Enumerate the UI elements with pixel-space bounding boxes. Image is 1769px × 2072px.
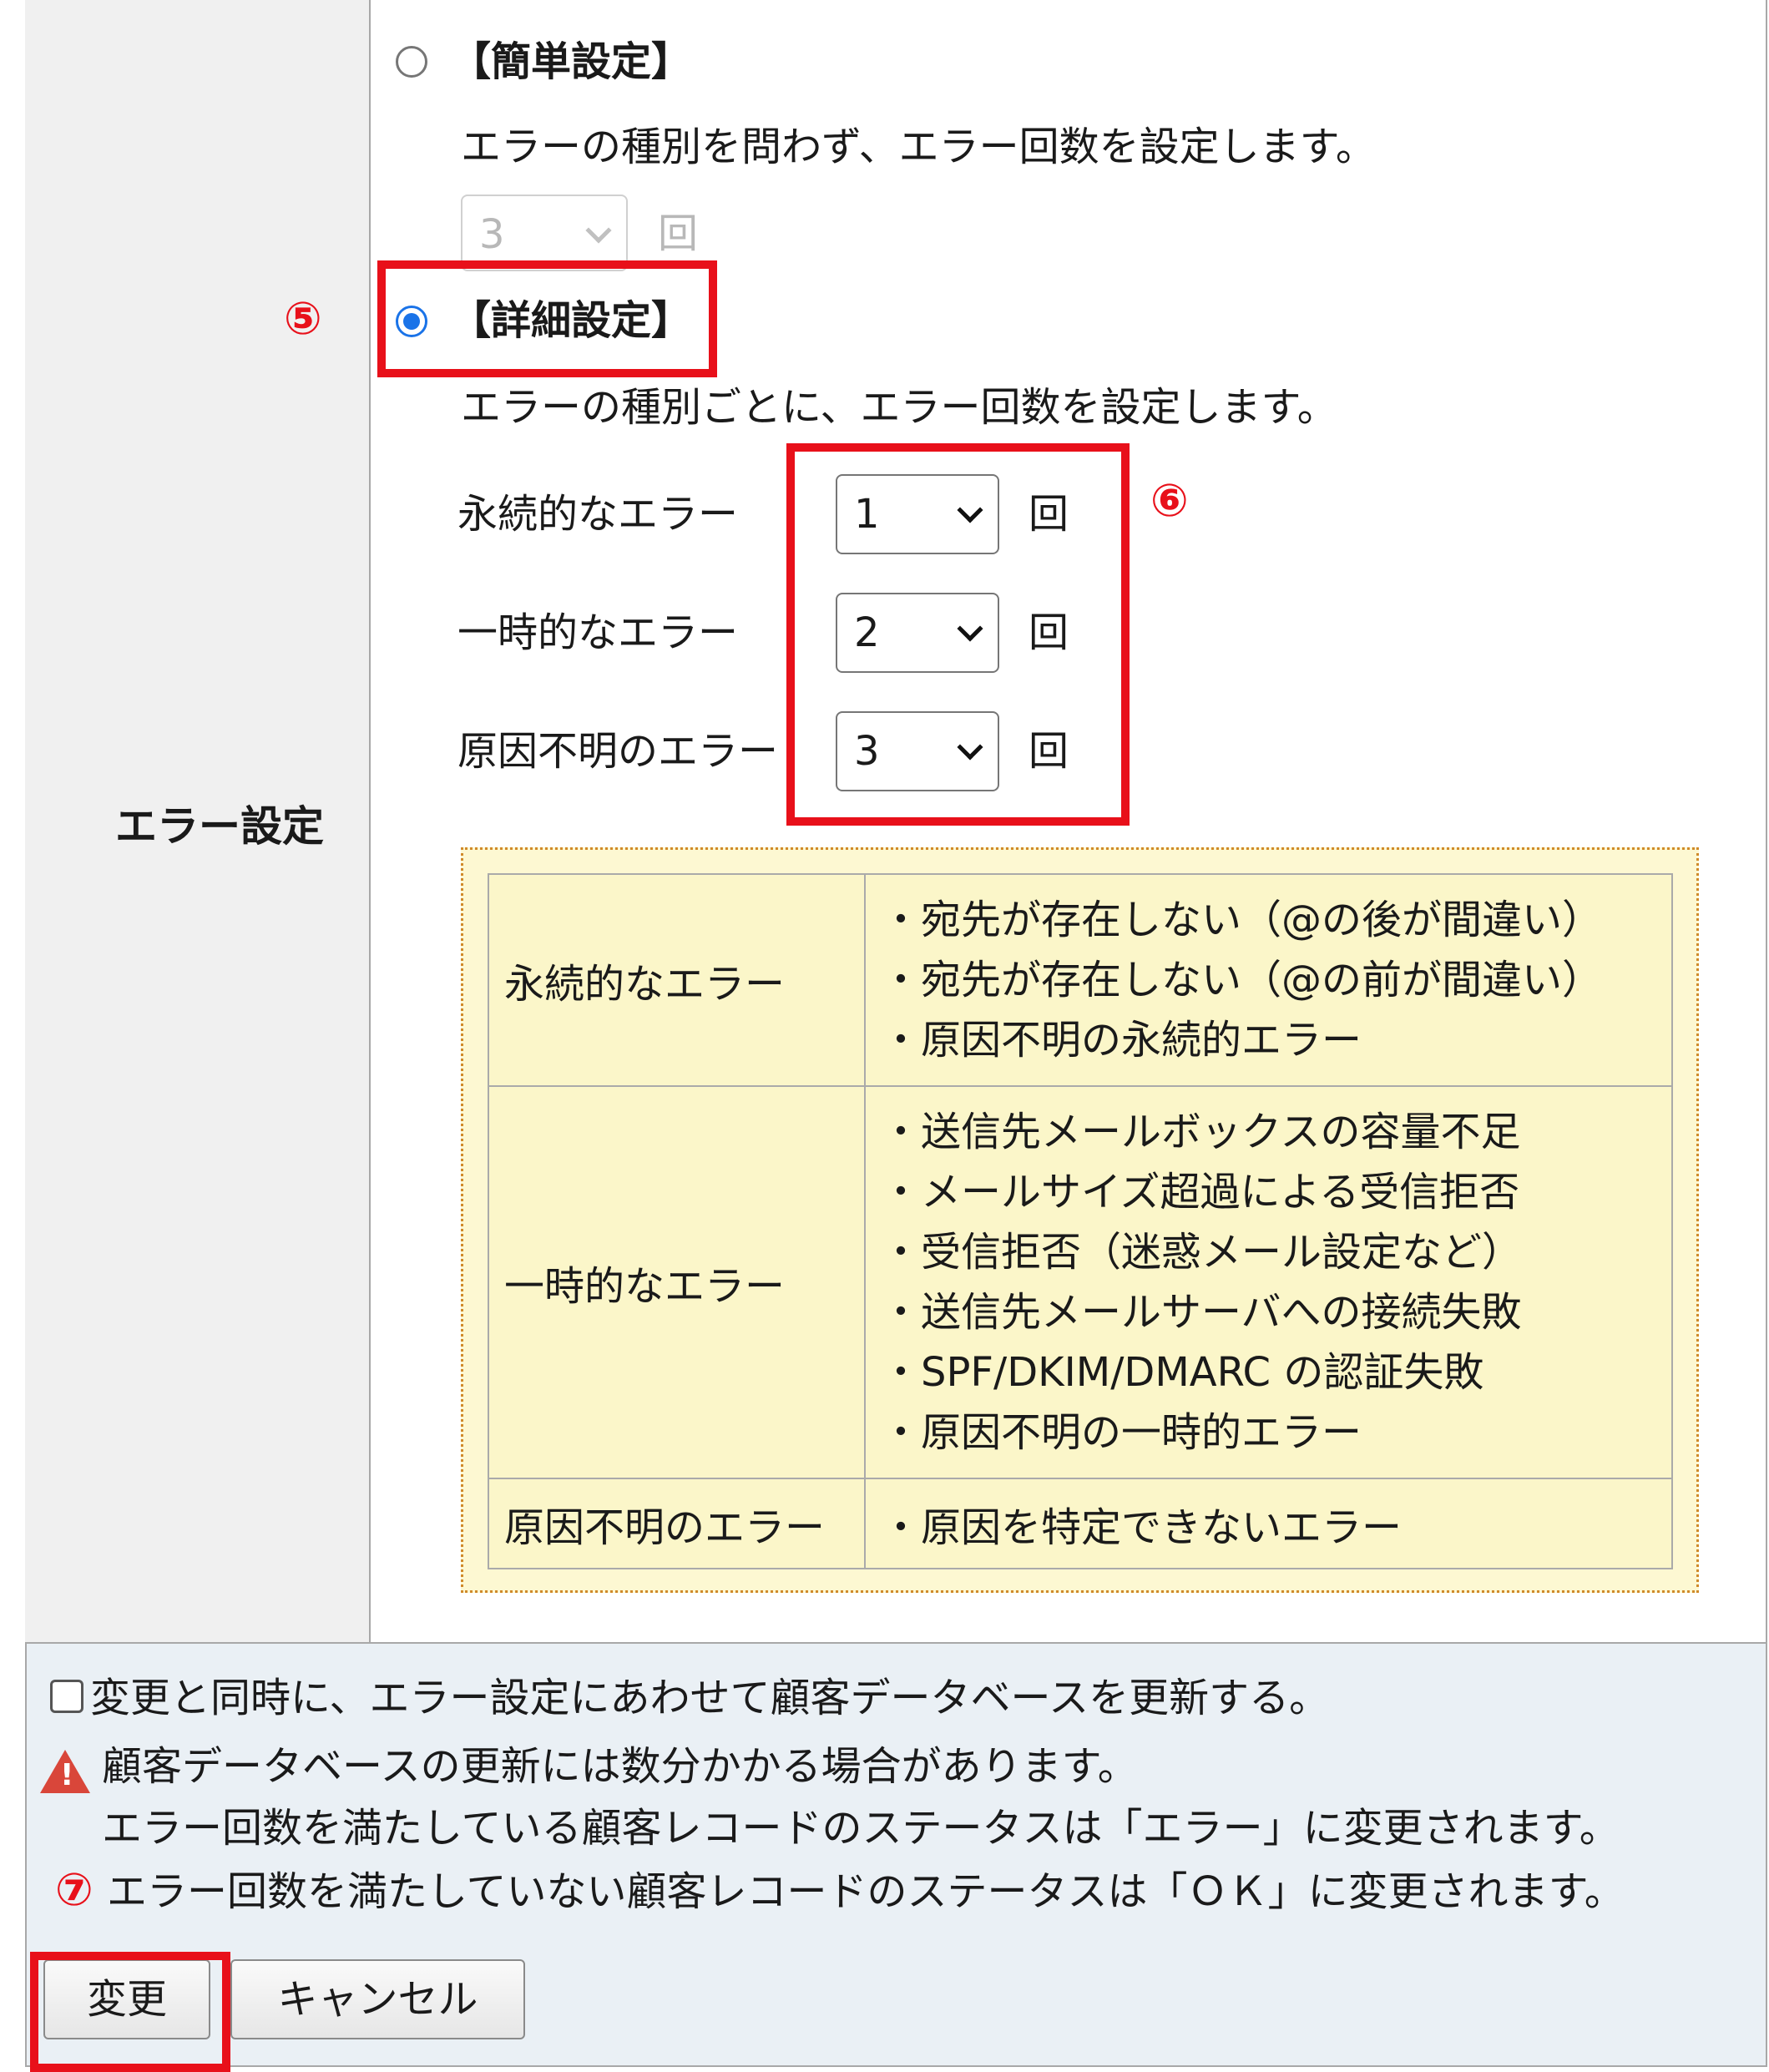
update-database-checkbox[interactable] — [50, 1680, 83, 1713]
highlight-detail-setting — [377, 260, 717, 377]
error-type-cell: 永続的なエラー — [488, 873, 866, 1087]
error-items-cell: ・送信先メールボックスの容量不足 ・メールサイズ超過による受信拒否 ・受信拒否（… — [864, 1085, 1673, 1479]
error-type-cell: 原因不明のエラー — [488, 1478, 866, 1569]
annotation-5: ⑤ — [284, 292, 322, 345]
warning-line-1: 顧客データベースの更新には数分かかる場合があります。 — [102, 1743, 1138, 1790]
simple-count-value: 3 — [479, 211, 505, 258]
error-type-cell: 一時的なエラー — [488, 1085, 866, 1479]
label-column: エラー設定 — [25, 0, 371, 1642]
table-row: 永続的なエラー ・宛先が存在しない（@の後が間違い） ・宛先が存在しない（@の前… — [488, 873, 1673, 1087]
highlight-error-counts — [786, 443, 1130, 826]
cancel-button[interactable]: キャンセル — [230, 1959, 525, 2039]
error-item: ・受信拒否（迷惑メール設定など） — [881, 1229, 1523, 1276]
permanent-error-label: 永続的なエラー — [457, 491, 739, 538]
error-type-table: 永続的なエラー ・宛先が存在しない（@の後が間違い） ・宛先が存在しない（@の前… — [488, 873, 1673, 1569]
table-row: 一時的なエラー ・送信先メールボックスの容量不足 ・メールサイズ超過による受信拒… — [488, 1085, 1673, 1479]
error-item: ・送信先メールボックスの容量不足 — [881, 1109, 1521, 1155]
section-label: エラー設定 — [115, 802, 324, 851]
detail-setting-description: エラーの種別ごとに、エラー回数を設定します。 — [461, 384, 1337, 431]
warning-icon — [40, 1750, 90, 1793]
table-row: 原因不明のエラー ・原因を特定できないエラー — [488, 1478, 1673, 1569]
error-item: ・SPF/DKIM/DMARC の認証失敗 — [881, 1349, 1484, 1396]
temporary-error-label: 一時的なエラー — [457, 609, 739, 656]
annotation-7: ⑦ — [55, 1863, 94, 1916]
simple-count-unit: 回 — [658, 210, 699, 257]
error-item: ・原因不明の永続的エラー — [881, 1017, 1362, 1064]
simple-setting-description: エラーの種別を問わず、エラー回数を設定します。 — [461, 124, 1376, 170]
chevron-down-icon — [585, 217, 612, 244]
warning-line-3: エラー回数を満たしていない顧客レコードのステータスは「ＯＫ」に変更されます。 — [107, 1868, 1625, 1915]
error-items-cell: ・原因を特定できないエラー — [864, 1478, 1673, 1569]
error-item: ・原因不明の一時的エラー — [881, 1409, 1362, 1456]
error-items-cell: ・宛先が存在しない（@の後が間違い） ・宛先が存在しない（@の前が間違い） ・原… — [864, 873, 1673, 1087]
unknown-error-label: 原因不明のエラー — [457, 728, 779, 775]
simple-setting-radio[interactable] — [396, 46, 427, 78]
error-item: ・送信先メールサーバへの接続失敗 — [881, 1289, 1522, 1336]
error-item: ・宛先が存在しない（@の前が間違い） — [881, 957, 1603, 1003]
update-database-label: 変更と同時に、エラー設定にあわせて顧客データベースを更新する。 — [90, 1675, 1330, 1721]
error-item: ・宛先が存在しない（@の後が間違い） — [881, 897, 1603, 943]
error-item: ・メールサイズ超過による受信拒否 — [881, 1169, 1520, 1215]
simple-setting-title: 【簡単設定】 — [451, 38, 692, 85]
warning-line-2: エラー回数を満たしている顧客レコードのステータスは「エラー」に変更されます。 — [102, 1805, 1620, 1852]
annotation-6: ⑥ — [1150, 474, 1189, 527]
error-item: ・原因を特定できないエラー — [881, 1504, 1403, 1551]
highlight-change-button — [30, 1952, 230, 2072]
